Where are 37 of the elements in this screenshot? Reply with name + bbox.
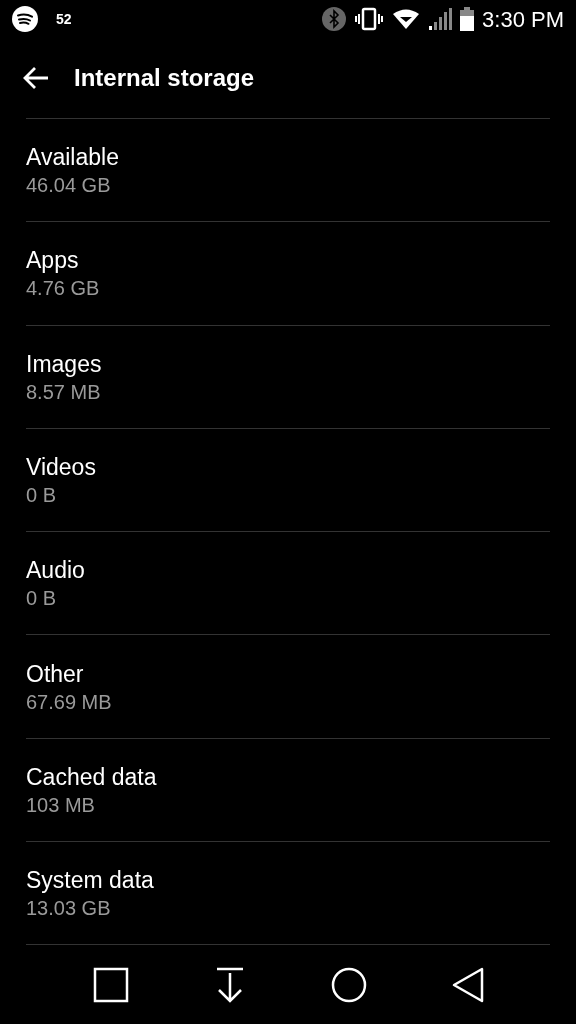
signal-icon (428, 7, 453, 31)
item-title: Available (26, 143, 120, 173)
wifi-icon (392, 8, 421, 30)
clock-time: 3:30 PM (482, 5, 564, 34)
vibrate-icon (354, 7, 385, 31)
battery-icon (460, 7, 475, 31)
item-size: 0 B (26, 586, 58, 612)
square-icon[interactable] (92, 966, 129, 1003)
item-title: Videos (26, 453, 97, 483)
item-size: 0 B (26, 483, 58, 509)
item-title: Audio (26, 556, 86, 586)
bluetooth-icon (322, 7, 347, 31)
storage-item[interactable]: Audio 0 B (26, 532, 550, 636)
storage-item[interactable]: Available 46.04 GB (26, 119, 550, 223)
storage-item[interactable]: Apps 4.76 GB (26, 222, 550, 326)
storage-item[interactable]: Images 8.57 MB (26, 325, 550, 429)
storage-item[interactable]: System data 13.03 GB (26, 842, 550, 946)
page-title: Internal storage (74, 63, 255, 93)
storage-item[interactable]: Cached data 103 MB (26, 738, 550, 843)
item-size: 8.57 MB (26, 379, 102, 405)
storage-item[interactable]: Videos 0 B (26, 428, 550, 533)
item-title: Apps (26, 246, 80, 276)
item-title: Images (26, 349, 103, 379)
item-title: Cached data (26, 762, 158, 792)
back-triangle-icon[interactable] (451, 966, 484, 1003)
item-title: System data (26, 866, 155, 896)
music-app-icon (12, 6, 38, 32)
item-size: 103 MB (26, 792, 96, 818)
circle-icon[interactable] (330, 966, 367, 1003)
storage-item[interactable]: Other 67.69 MB (26, 635, 550, 739)
item-size: 4.76 GB (26, 276, 101, 302)
item-size: 13.03 GB (26, 896, 112, 922)
item-title: Other (26, 659, 85, 689)
item-size: 46.04 GB (26, 173, 112, 199)
back-arrow-icon (22, 66, 50, 90)
notification-count: 52 (56, 9, 72, 29)
item-size: 67.69 MB (26, 689, 113, 715)
